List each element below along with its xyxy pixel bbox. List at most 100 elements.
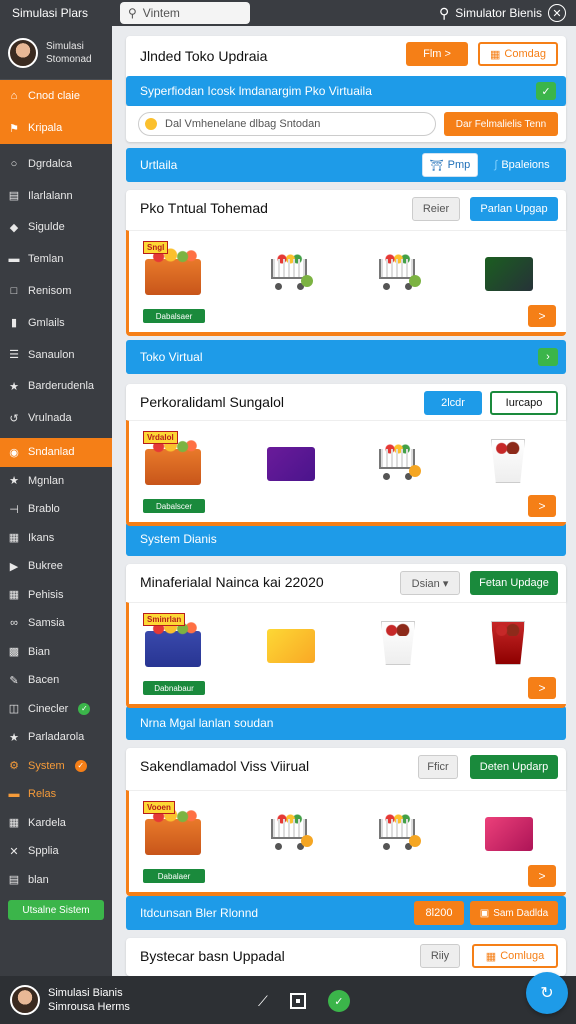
- produce-crate-icon[interactable]: Sngl: [143, 241, 205, 299]
- product-box-icon[interactable]: [479, 805, 539, 859]
- next-arrow-button[interactable]: >: [528, 865, 556, 887]
- sidebar-item[interactable]: ★ Parladarola: [0, 723, 112, 752]
- square-icon[interactable]: [289, 993, 306, 1009]
- section-bar: Urtlaila ⛩ Pmp ∫ Bpaleions: [126, 148, 566, 182]
- section-bar: Nrna Mgal lanlan soudan: [126, 706, 566, 740]
- bpaleions-label: Bpaleions: [501, 159, 550, 171]
- store-input[interactable]: Dal Vmhenelane dlbag Sntodan: [138, 112, 436, 136]
- search-input[interactable]: ⚲ Vintem: [120, 2, 250, 24]
- section-title: Sakendlamadol Viss Viirual: [140, 758, 310, 774]
- section-title: Pko Tntual Tohemad: [140, 200, 268, 216]
- shopping-cart-icon[interactable]: [369, 245, 429, 299]
- bottom-icons: ⟋ ✓: [258, 990, 350, 1012]
- arrow-right-icon[interactable]: ›: [538, 348, 558, 366]
- comluga-button[interactable]: ▦ Comluga: [472, 944, 558, 968]
- sidebar-item[interactable]: ⚙ System ✓: [0, 752, 112, 781]
- sidebar-item[interactable]: ▤ blan: [0, 866, 112, 895]
- box-body: [485, 257, 533, 291]
- crate-body: [145, 807, 201, 855]
- close-icon[interactable]: ✕: [548, 4, 566, 22]
- section-update-button[interactable]: Deten Updarp: [470, 755, 558, 779]
- produce-crate-icon[interactable]: Vrdalol: [143, 431, 205, 489]
- search-icon[interactable]: ⚲: [439, 5, 449, 22]
- sidebar-item[interactable]: ⌂ Cnod claie: [0, 80, 112, 112]
- next-arrow-button[interactable]: >: [528, 495, 556, 517]
- sidebar-item[interactable]: ◉ Sndanlad: [0, 438, 112, 467]
- shopping-cart-icon[interactable]: [261, 245, 321, 299]
- product-shelf: Vooen Dabalaer >: [126, 790, 566, 896]
- link-icon: ∞: [10, 617, 18, 630]
- sidebar-item[interactable]: ◆ Sigulde: [0, 212, 112, 244]
- section-secondary-button[interactable]: Dsian ▾: [400, 571, 460, 595]
- sidebar-item[interactable]: ▦ Ikans: [0, 524, 112, 553]
- comdag-button[interactable]: ▦ Comdag: [478, 42, 558, 66]
- footer-value-button[interactable]: 8l200: [414, 901, 464, 925]
- sidebar-item-label: Kardela: [28, 816, 66, 829]
- sidebar-item[interactable]: ⊣ Brablo: [0, 495, 112, 524]
- pmp-button[interactable]: ⛩ Pmp: [422, 153, 478, 177]
- next-arrow-button[interactable]: >: [528, 305, 556, 327]
- check-icon[interactable]: ✓: [327, 990, 350, 1012]
- pen-icon[interactable]: ⟋: [258, 993, 268, 1010]
- avatar[interactable]: [10, 985, 40, 1015]
- shopping-cart-icon[interactable]: [369, 805, 429, 859]
- sidebar-item[interactable]: ★ Mgnlan: [0, 467, 112, 496]
- sidebar-item[interactable]: ☰ Sanaulon: [0, 339, 112, 371]
- refresh-fab-button[interactable]: ↻: [526, 972, 568, 1014]
- section-update-button[interactable]: Parlan Upgap: [470, 197, 558, 221]
- sidebar-system-button[interactable]: Utsalne Sistem: [8, 900, 104, 921]
- sidebar-item[interactable]: ★ Barderudenla: [0, 371, 112, 403]
- food-cup-icon[interactable]: [479, 435, 539, 489]
- section-update-button[interactable]: Iurcapo: [490, 391, 558, 415]
- section-secondary-button[interactable]: Reier: [412, 197, 460, 221]
- shield-icon: ◉: [9, 446, 19, 459]
- sidebar-item[interactable]: ▶ Bukree: [0, 552, 112, 581]
- crate-tag: Sngl: [143, 241, 169, 254]
- sidebar-item-label: Renisom: [28, 285, 72, 298]
- sidebar-item[interactable]: ✕ Spplia: [0, 837, 112, 866]
- section-secondary-button[interactable]: 2lcdr: [424, 391, 482, 415]
- sidebar-item[interactable]: ◫ Cinecler ✓: [0, 695, 112, 724]
- food-cup-icon[interactable]: [479, 617, 539, 671]
- sidebar-item-label: System: [28, 759, 65, 772]
- store-input-placeholder: Dal Vmhenelane dlbag Sntodan: [165, 118, 321, 130]
- sidebar-item[interactable]: ⚑ Kripala: [0, 112, 112, 144]
- grid-icon: ▦: [8, 589, 20, 602]
- sidebar-item[interactable]: ▬ Temlan: [0, 243, 112, 275]
- shopping-cart-icon[interactable]: [261, 805, 321, 859]
- header-banner: Syperfiodan Icosk lmdanargim Pko Virtuai…: [126, 76, 566, 106]
- sidebar-item[interactable]: ▦ Kardela: [0, 809, 112, 838]
- sidebar-item[interactable]: ↺ Vrulnada: [0, 402, 112, 434]
- sidebar-item[interactable]: ▬ Relas: [0, 780, 112, 809]
- check-icon[interactable]: ✓: [536, 82, 556, 100]
- product-box-icon[interactable]: [261, 435, 321, 489]
- product-box-icon[interactable]: [479, 245, 539, 299]
- next-arrow-button[interactable]: >: [528, 677, 556, 699]
- sidebar-item[interactable]: ▦ Pehisis: [0, 581, 112, 610]
- pmp-label: Pmp: [447, 159, 471, 171]
- cart-wheel: [275, 843, 282, 850]
- section-secondary-button[interactable]: Fficr: [418, 755, 458, 779]
- food-cup-icon[interactable]: [369, 617, 429, 671]
- sidebar-item[interactable]: ▤ Ilarlalann: [0, 180, 112, 212]
- footer-action-button[interactable]: ▣ Sam Dadlda: [470, 901, 558, 925]
- building-icon: ▦: [8, 817, 20, 830]
- sidebar-item[interactable]: ○ Dgrdalca: [0, 148, 112, 180]
- search-value: Vintem: [142, 6, 180, 20]
- film-button[interactable]: Flm >: [406, 42, 468, 66]
- produce-crate-icon[interactable]: Vooen: [143, 801, 205, 859]
- section-update-button[interactable]: Fetan Updage: [470, 571, 558, 595]
- produce-crate-icon[interactable]: Sminrlan: [143, 613, 205, 671]
- sidebar-item[interactable]: □ Renisom: [0, 275, 112, 307]
- sidebar-item[interactable]: ∞ Samsia: [0, 609, 112, 638]
- store-input-button[interactable]: Dar Felmalielis Tenn: [444, 112, 558, 136]
- sidebar-item[interactable]: ▩ Bian: [0, 638, 112, 667]
- product-box-icon[interactable]: [261, 617, 321, 671]
- sidebar-item[interactable]: ✎ Bacen: [0, 666, 112, 695]
- chart-icon: ▩: [8, 646, 20, 659]
- sidebar-profile[interactable]: Simulasi Stomonad: [0, 26, 112, 80]
- riiy-button[interactable]: Riiy: [420, 944, 460, 968]
- bpaleions-button[interactable]: ∫ Bpaleions: [484, 153, 560, 177]
- shopping-cart-icon[interactable]: [369, 435, 429, 489]
- sidebar-item[interactable]: ▮ Gmlails: [0, 307, 112, 339]
